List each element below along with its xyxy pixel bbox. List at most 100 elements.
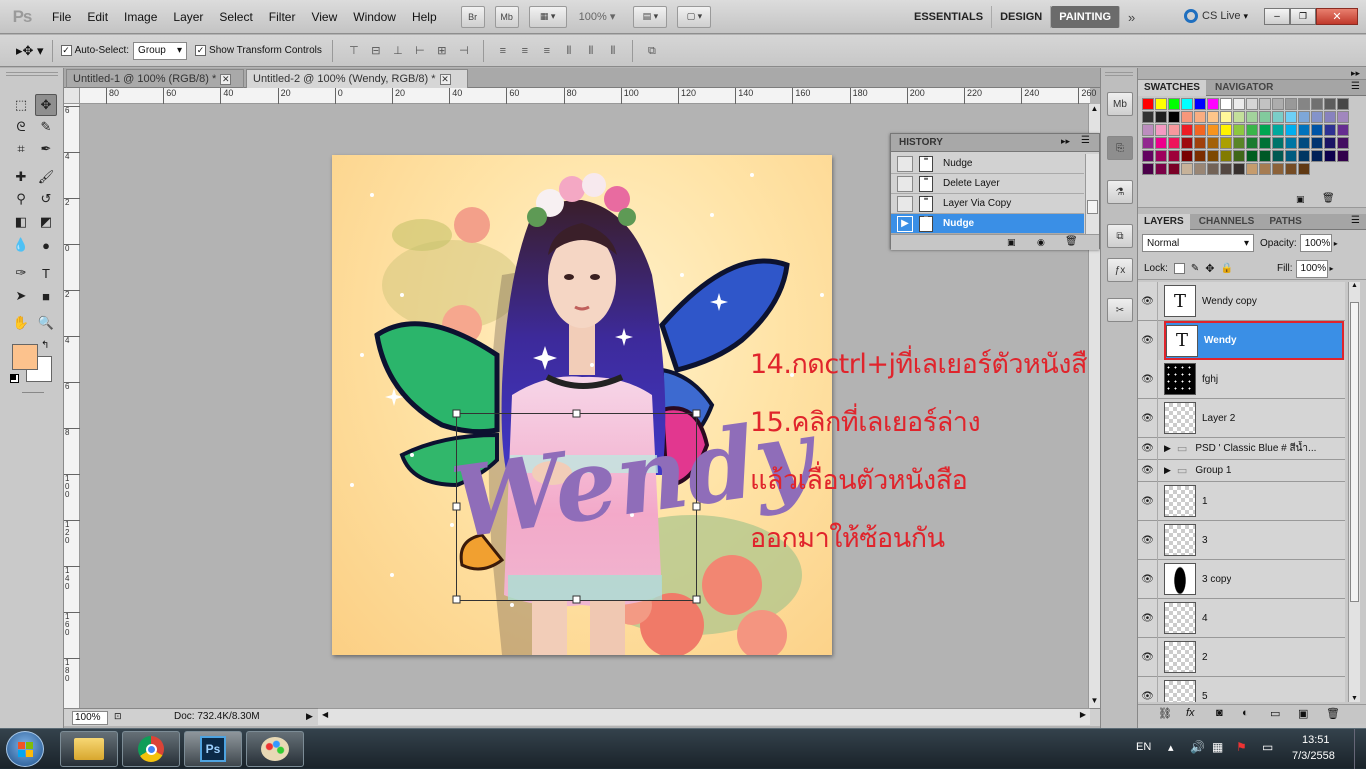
auto-select-checkbox[interactable]: ✓ (60, 45, 72, 56)
color-swatch[interactable] (1246, 111, 1258, 123)
color-swatch[interactable] (1285, 163, 1297, 175)
color-swatch[interactable] (1168, 150, 1180, 162)
color-swatch[interactable] (1181, 111, 1193, 123)
color-swatch[interactable] (1168, 98, 1180, 110)
trash-icon[interactable]: 🗑 (1326, 707, 1340, 720)
visibility-eye-icon[interactable]: 👁 (1138, 459, 1158, 482)
menu-image[interactable]: Image (116, 0, 165, 34)
workspace-design[interactable]: DESIGN (992, 6, 1052, 28)
new-layer-icon[interactable]: ▣ (1298, 707, 1308, 720)
distribute-bottom-icon[interactable]: ≡ (539, 43, 555, 59)
clone-source-icon[interactable]: ⧉ (1107, 224, 1133, 248)
action-center-icon[interactable]: ⚑ (1236, 740, 1247, 754)
align-right-icon[interactable]: ⊣ (456, 43, 472, 59)
link-layers-icon[interactable]: ⛓ (1158, 707, 1172, 720)
color-swatch[interactable] (1220, 98, 1232, 110)
color-swatch[interactable] (1259, 137, 1271, 149)
tab-untitled-2[interactable]: Untitled-2 @ 100% (Wendy, RGB/8) * ✕ (246, 69, 468, 88)
panel-menu-icon[interactable]: ☰ (1081, 135, 1090, 146)
color-swatch[interactable] (1155, 137, 1167, 149)
color-swatch[interactable] (1194, 124, 1206, 136)
align-left-icon[interactable]: ⊢ (412, 43, 428, 59)
menu-file[interactable]: File (44, 0, 79, 34)
volume-icon[interactable]: 🔊 (1190, 740, 1205, 754)
color-swatch[interactable] (1324, 124, 1336, 136)
color-swatch[interactable] (1324, 98, 1336, 110)
scroll-down-icon[interactable]: ▼ (1089, 696, 1100, 708)
color-swatch[interactable] (1285, 137, 1297, 149)
scroll-up-icon[interactable]: ▲ (1349, 282, 1360, 289)
color-swatch[interactable] (1181, 150, 1193, 162)
scroll-up-icon[interactable]: ▲ (1089, 104, 1100, 116)
color-swatch[interactable] (1181, 137, 1193, 149)
color-swatch[interactable] (1285, 98, 1297, 110)
color-swatch[interactable] (1272, 150, 1284, 162)
type-tool-icon[interactable]: T (35, 262, 57, 284)
color-swatch[interactable] (1259, 163, 1271, 175)
color-swatch[interactable] (1194, 150, 1206, 162)
color-swatch[interactable] (1337, 98, 1349, 110)
color-swatch[interactable] (1142, 137, 1154, 149)
cs-live[interactable]: CS Live ▾ (1184, 9, 1248, 23)
actions-icon[interactable]: ƒx (1107, 258, 1133, 282)
color-swatch[interactable] (1298, 124, 1310, 136)
color-swatch[interactable] (1168, 111, 1180, 123)
color-swatch[interactable] (1168, 137, 1180, 149)
move-tool-icon[interactable]: ✥ (35, 94, 57, 116)
color-swatch[interactable] (1207, 111, 1219, 123)
color-swatch[interactable] (1259, 98, 1271, 110)
color-swatch[interactable] (1259, 111, 1271, 123)
path-selection-icon[interactable]: ➤ (10, 285, 32, 307)
color-swatch[interactable] (1298, 137, 1310, 149)
lock-all-icon[interactable]: 🔒 (1221, 263, 1233, 274)
tray-expand-icon[interactable]: ▴ (1168, 741, 1174, 754)
color-swatch[interactable] (1246, 137, 1258, 149)
zoom-level-dropdown[interactable]: 100% ▾ (579, 10, 616, 23)
chevron-right-icon[interactable]: ▶ (1164, 465, 1171, 476)
hand-tool-icon[interactable]: ✋ (10, 312, 32, 334)
color-swatch[interactable] (1207, 137, 1219, 149)
menu-window[interactable]: Window (345, 0, 404, 34)
move-tool-preset-icon[interactable]: ▸✥ ▾ (16, 43, 44, 59)
color-swatch[interactable] (1233, 124, 1245, 136)
status-zoom[interactable]: 100% (72, 711, 108, 725)
canvas-horizontal-scrollbar[interactable]: ◀ ▶ (318, 708, 1090, 725)
color-swatch[interactable] (1233, 137, 1245, 149)
distribute-right-icon[interactable]: ⦀ (605, 43, 621, 59)
menu-select[interactable]: Select (211, 0, 260, 34)
distribute-top-icon[interactable]: ≡ (495, 43, 511, 59)
history-item-selected[interactable]: ▶ ≡ Nudge (891, 214, 1084, 234)
foreground-color-swatch[interactable] (12, 344, 38, 370)
paint-bucket-icon[interactable]: ◩ (35, 211, 57, 233)
layer-group-row[interactable]: 👁 ▶ ▭ PSD ' Classic Blue # สีน้ำ... (1138, 437, 1345, 460)
new-document-from-state-icon[interactable]: ▣ (1007, 237, 1016, 248)
restore-icon[interactable]: ❐ (1290, 8, 1316, 25)
color-swatch[interactable] (1233, 98, 1245, 110)
collapse-icon[interactable]: ▸▸ (1351, 68, 1360, 79)
color-swatch[interactable] (1311, 98, 1323, 110)
layer-row[interactable]: 👁 2 (1138, 637, 1345, 677)
align-bottom-icon[interactable]: ⊥ (390, 43, 406, 59)
color-swatch[interactable] (1298, 98, 1310, 110)
show-desktop-button[interactable] (1354, 729, 1366, 769)
color-swatch[interactable] (1285, 111, 1297, 123)
clock-date[interactable]: 7/3/2558 (1292, 750, 1335, 762)
color-swatch[interactable] (1194, 98, 1206, 110)
color-swatch[interactable] (1298, 163, 1310, 175)
tab-paths[interactable]: PATHS (1263, 214, 1307, 230)
color-swatch[interactable] (1181, 163, 1193, 175)
shape-tool-icon[interactable]: ■ (35, 285, 57, 307)
auto-select-dropdown[interactable]: Group ▾ (133, 41, 188, 60)
eyedropper-icon[interactable]: ✒ (35, 138, 57, 160)
color-swatch[interactable] (1181, 98, 1193, 110)
color-swatch[interactable] (1272, 137, 1284, 149)
minimize-icon[interactable]: – (1264, 8, 1290, 25)
fill-input[interactable]: 100% (1295, 259, 1328, 278)
blend-mode-dropdown[interactable]: Normal ▾ (1142, 234, 1254, 252)
layer-row[interactable]: 👁 Layer 2 (1138, 398, 1345, 438)
color-swatch[interactable] (1181, 124, 1193, 136)
chevron-right-icon[interactable]: ▸ (1330, 264, 1334, 273)
new-group-icon[interactable]: ▭ (1270, 707, 1280, 720)
align-top-icon[interactable]: ⊤ (346, 43, 362, 59)
visibility-eye-icon[interactable]: 👁 (1138, 481, 1158, 521)
